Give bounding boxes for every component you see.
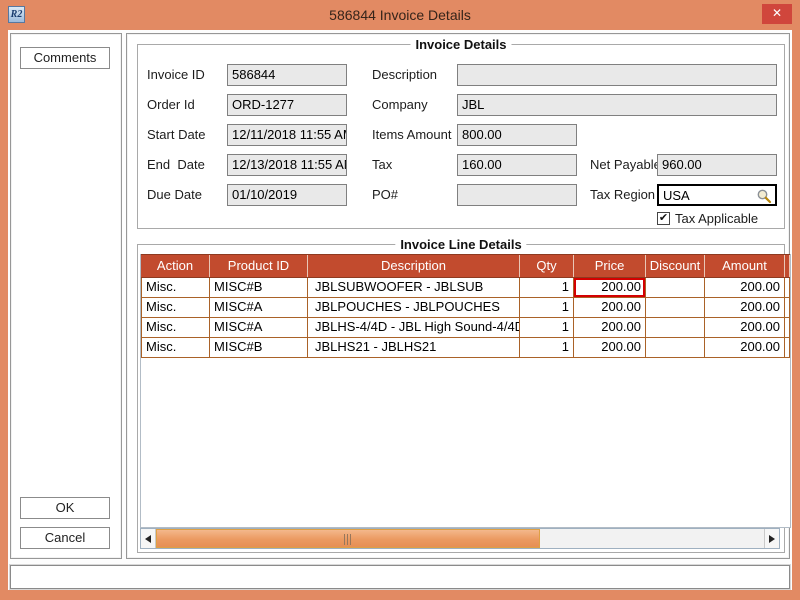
company-field[interactable]: JBL [457,94,777,116]
start-date-field[interactable]: 12/11/2018 11:55 AM [227,124,347,146]
table-cell[interactable] [646,318,705,338]
table-cell[interactable]: 200.00 [574,278,646,298]
table-cell[interactable] [646,278,705,298]
table-row: Misc.MISC#BJBLSUBWOOFER - JBLSUB1200.002… [141,278,790,298]
dialog-body: Comments OK Cancel Invoice Details Invoi… [8,30,792,590]
tax-label: Tax [372,157,392,172]
scroll-left-button[interactable] [141,529,156,548]
main-panel: Invoice Details Invoice ID 586844 Order … [126,33,790,559]
table-cell[interactable]: MISC#A [210,298,308,318]
tax-region-label: Tax Region [590,187,655,202]
table-cell-sliver [785,278,790,298]
scroll-right-button[interactable] [764,529,779,548]
line-items-body: Misc.MISC#BJBLSUBWOOFER - JBLSUB1200.002… [141,278,790,358]
table-cell[interactable]: Misc. [141,298,210,318]
table-cell[interactable]: 1 [520,338,574,358]
start-date-label: Start Date [147,127,206,142]
close-button[interactable]: ✕ [762,4,792,24]
scrollbar-thumb[interactable] [156,529,540,548]
status-bar [10,565,790,589]
invoice-details-group: Invoice Details Invoice ID 586844 Order … [137,44,785,229]
table-cell[interactable]: MISC#B [210,338,308,358]
comments-button[interactable]: Comments [20,47,110,69]
line-items-grid: ActionProduct IDDescriptionQtyPriceDisco… [140,254,791,528]
right-arrow-icon [769,535,775,543]
description-field[interactable] [457,64,777,86]
table-cell[interactable]: 1 [520,318,574,338]
tax-applicable-checkbox[interactable] [657,212,670,225]
title-bar[interactable]: R2 586844 Invoice Details ✕ [0,0,800,30]
window-title: 586844 Invoice Details [0,7,800,23]
table-cell[interactable]: 1 [520,278,574,298]
end-date-label: End Date [147,157,205,172]
ok-button[interactable]: OK [20,497,110,519]
table-cell[interactable]: 200.00 [574,338,646,358]
table-cell[interactable]: 200.00 [574,298,646,318]
invoice-line-details-group: Invoice Line Details ActionProduct IDDes… [137,244,785,553]
table-cell[interactable] [646,338,705,358]
search-icon[interactable] [756,188,772,204]
table-cell[interactable]: Misc. [141,278,210,298]
table-cell[interactable]: JBLSUBWOOFER - JBLSUB [308,278,520,298]
company-label: Company [372,97,428,112]
column-header[interactable]: Description [308,255,520,277]
table-cell[interactable]: JBLHS-4/4D - JBL High Sound-4/4D [308,318,520,338]
net-payable-field[interactable]: 960.00 [657,154,777,176]
tax-region-field[interactable]: USA [657,184,777,206]
tax-region-value: USA [663,188,690,203]
po-field[interactable] [457,184,577,206]
column-header[interactable]: Amount [705,255,785,277]
table-cell[interactable]: 200.00 [705,278,785,298]
tax-field[interactable]: 160.00 [457,154,577,176]
column-header[interactable]: Qty [520,255,574,277]
due-date-label: Due Date [147,187,202,202]
description-label: Description [372,67,437,82]
table-cell-sliver [785,338,790,358]
column-header[interactable]: Action [141,255,210,277]
table-cell[interactable]: Misc. [141,338,210,358]
items-amount-label: Items Amount [372,127,451,142]
invoice-id-label: Invoice ID [147,67,205,82]
column-header[interactable]: Price [574,255,646,277]
column-header-sliver [785,255,790,277]
table-cell-sliver [785,318,790,338]
tax-applicable-row: Tax Applicable [657,211,758,226]
table-cell[interactable]: 1 [520,298,574,318]
table-cell[interactable]: MISC#B [210,278,308,298]
order-id-field[interactable]: ORD-1277 [227,94,347,116]
table-cell[interactable]: 200.00 [705,338,785,358]
left-button-panel: Comments OK Cancel [10,33,122,559]
table-cell[interactable]: JBLPOUCHES - JBLPOUCHES [308,298,520,318]
due-date-field[interactable]: 01/10/2019 [227,184,347,206]
line-items-header: ActionProduct IDDescriptionQtyPriceDisco… [141,254,790,278]
invoice-line-details-group-title: Invoice Line Details [395,237,526,252]
po-label: PO# [372,187,398,202]
column-header[interactable]: Product ID [210,255,308,277]
table-row: Misc.MISC#BJBLHS21 - JBLHS211200.00200.0… [141,338,790,358]
tax-applicable-label: Tax Applicable [675,211,758,226]
table-cell[interactable]: 200.00 [705,298,785,318]
table-cell[interactable]: MISC#A [210,318,308,338]
invoice-details-dialog: R2 586844 Invoice Details ✕ Comments OK … [0,0,800,600]
order-id-label: Order Id [147,97,195,112]
invoice-details-group-title: Invoice Details [410,37,511,52]
table-cell-sliver [785,298,790,318]
horizontal-scrollbar[interactable] [140,528,780,549]
table-row: Misc.MISC#AJBLHS-4/4D - JBL High Sound-4… [141,318,790,338]
invoice-id-field[interactable]: 586844 [227,64,347,86]
table-cell[interactable]: Misc. [141,318,210,338]
left-arrow-icon [145,535,151,543]
end-date-field[interactable]: 12/13/2018 11:55 AM [227,154,347,176]
thumb-grip-icon [344,534,352,545]
items-amount-field[interactable]: 800.00 [457,124,577,146]
table-row: Misc.MISC#AJBLPOUCHES - JBLPOUCHES1200.0… [141,298,790,318]
cancel-button[interactable]: Cancel [20,527,110,549]
table-cell[interactable]: 200.00 [574,318,646,338]
table-cell[interactable]: 200.00 [705,318,785,338]
table-cell[interactable]: JBLHS21 - JBLHS21 [308,338,520,358]
column-header[interactable]: Discount [646,255,705,277]
net-payable-label: Net Payable [590,157,661,172]
table-cell[interactable] [646,298,705,318]
